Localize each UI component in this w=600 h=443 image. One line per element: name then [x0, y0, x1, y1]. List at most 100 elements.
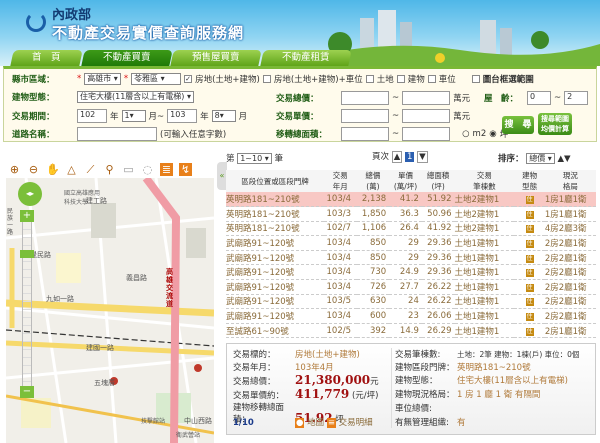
cell: 土地1建物1 [454, 323, 515, 339]
month-to-select[interactable]: 8▾ [211, 110, 236, 122]
cell: 2,138 [356, 192, 390, 208]
road-label: 道路名稱： [12, 130, 55, 140]
zoom-slider-handle[interactable] [20, 250, 34, 258]
map-pan-control[interactable]: ◂▸ [18, 182, 42, 206]
detail-key: 建物現況格局： [395, 390, 455, 400]
age-to-input[interactable]: 2 [564, 91, 589, 105]
checkbox-label: 圖台框選範圍 [482, 75, 534, 85]
checkbox-land[interactable] [365, 75, 374, 83]
table-row[interactable]: 武廟路91~120號 103/4 730 24.9 29.36 土地1建物1 住 2房2廳1衛 [226, 264, 596, 281]
area-max[interactable] [402, 127, 451, 141]
area-label: 移轉總面積： [276, 130, 328, 140]
table-row[interactable]: 武廟路91~120號 103/4 600 23 26.06 土地1建物1 住 2房2廳1衛 [226, 308, 596, 324]
pan-hand-icon[interactable]: ✋ [46, 163, 60, 176]
rect-select-icon[interactable]: ▭ [122, 163, 135, 176]
table-row[interactable]: 武廟路91~120號 103/4 726 27.7 26.22 土地1建物1 住 2房2廳1衛 [226, 279, 596, 295]
city-select[interactable]: 高雄市 ▾ [84, 73, 121, 85]
map-link[interactable]: 地圖 [307, 418, 324, 428]
detail-key: 車位總價: [395, 404, 432, 414]
cell: 103/3 [323, 206, 357, 222]
tab-label: 不動產買賣 [102, 52, 151, 63]
range-select[interactable]: 1~10 ▾ [237, 153, 272, 164]
sort-select[interactable]: 總價 ▾ [526, 153, 555, 164]
measure-area-icon[interactable]: △ [65, 163, 78, 176]
checkbox-parking[interactable] [427, 75, 436, 83]
column-header: 建物 型態 [514, 170, 545, 192]
tab-label: 不動產租賃 [281, 52, 330, 63]
month-from-select[interactable]: 1▾ [121, 110, 146, 122]
measure-distance-icon[interactable]: ⟋ [84, 163, 97, 176]
search-button[interactable]: 搜 尋 [502, 116, 534, 134]
table-row[interactable]: 英明路181~210號 103/4 2,138 41.2 51.92 土地2建物1 住 1房1… [226, 192, 596, 208]
unit-text: 月~ [148, 112, 165, 122]
map-label: 建工路 [86, 197, 107, 205]
detail-key: 交易年月： [233, 363, 276, 373]
page-up-button[interactable]: ▲ [391, 151, 403, 163]
zoom-in-icon[interactable]: ⊕ [8, 163, 21, 176]
table-row[interactable]: 至誠路61~90號 102/5 392 14.9 26.29 土地1建物1 住 2房1廳1衛 [226, 323, 596, 339]
unit-price-min[interactable] [341, 109, 389, 123]
table-row[interactable]: 武廟路91~120號 103/4 850 29 29.36 土地1建物1 住 2房2廳1衛 [226, 235, 596, 251]
month-value: 8 [214, 111, 220, 120]
current-page[interactable]: 1 [404, 152, 415, 162]
checkbox-house-land-parking[interactable] [262, 75, 271, 83]
cell: 29 [389, 250, 422, 266]
table-row[interactable]: 英明路181~210號 102/7 1,106 26.4 41.92 土地2建物1 住 4房2… [226, 221, 596, 237]
tab-real-estate-sale[interactable]: 不動產買賣 [80, 50, 172, 66]
checkbox-map-select[interactable] [471, 75, 480, 83]
detail-link[interactable]: 交易明細 [339, 418, 373, 428]
table-row[interactable]: 武廟路91~120號 103/4 850 29 29.36 土地1建物1 住 2房2廳1衛 [226, 250, 596, 266]
checkbox-label: 土地 [376, 75, 394, 85]
list-icon[interactable]: ≣ [160, 162, 173, 176]
cell: 1房1廳1衛 [544, 192, 596, 208]
zoom-out-button[interactable]: − [20, 386, 34, 398]
range-suffix: 筆 [274, 154, 283, 164]
total-price-min[interactable] [341, 91, 389, 105]
radio-ping[interactable]: ◉ [489, 129, 496, 139]
map-view[interactable]: 國立高雄應用科技大學 建工路 九如一路 高雄交流道 建國一路 中山西路 五塊厝 … [6, 178, 214, 443]
circle-select-icon[interactable]: ◌ [141, 163, 154, 176]
tab-home[interactable]: 首 頁 [10, 50, 83, 66]
area-min[interactable] [341, 127, 389, 141]
zoom-out-icon[interactable]: ⊖ [27, 163, 40, 176]
checkbox-building[interactable] [396, 75, 405, 83]
ministry-logo-icon [26, 12, 46, 32]
zoom-in-button[interactable]: + [20, 210, 34, 222]
tilde: ~ [392, 129, 400, 139]
building-type-icon: 住 [525, 210, 534, 219]
year-to-input[interactable]: 103 [167, 109, 198, 123]
average-price-calc-button[interactable]: 搜尋範圍均價計算 [538, 113, 572, 135]
column-header: 總價 (萬) [356, 170, 390, 192]
map-label: 義昌路 [126, 274, 147, 282]
unit-text: 月 [238, 112, 248, 122]
unit-price-max[interactable] [402, 109, 451, 123]
building-type-icon: 住 [525, 298, 534, 307]
map-label: 九如一路 [46, 295, 74, 303]
cell: 103/4 [323, 250, 357, 266]
district-select[interactable]: 苓雅區 ▾ [131, 73, 182, 85]
locate-pin-icon[interactable]: ⚲ [103, 163, 116, 176]
age-from-input[interactable]: 0 [527, 91, 551, 105]
cell: 103/5 [323, 294, 357, 310]
building-type-select[interactable]: 住宅大樓(11層含以上有電梯) ▾ [77, 91, 194, 103]
cell: 土地2建物1 [454, 206, 515, 222]
sort-desc-button[interactable]: ▼ [564, 154, 571, 164]
cell: 2房2廳1衛 [544, 308, 596, 324]
chart-icon[interactable]: ↯ [179, 162, 192, 176]
road-input[interactable] [77, 127, 157, 141]
column-header: 區段位置或區段門牌 [226, 170, 324, 192]
table-row[interactable]: 武廟路91~120號 103/5 630 24 26.22 土地1建物1 住 2房2廳1衛 [226, 294, 596, 310]
detail-pager: 1/10 [233, 418, 254, 428]
map-zoom-slider[interactable] [22, 212, 32, 392]
page-down-button[interactable]: ▼ [417, 151, 428, 163]
tab-presale[interactable]: 預售屋買賣 [170, 50, 262, 66]
table-row[interactable]: 英明路181~210號 103/3 1,850 36.3 50.96 土地2建物1 住 1房1… [226, 206, 596, 222]
year-from-input[interactable]: 102 [77, 109, 107, 123]
checkbox-house-land[interactable]: ✓ [184, 75, 193, 83]
cell: 住 [514, 235, 545, 251]
radio-m2[interactable]: ○ [462, 129, 469, 139]
tab-rental[interactable]: 不動產租賃 [259, 50, 351, 66]
map-label: 技擊館站 [141, 418, 166, 425]
building-type-icon: 住 [525, 240, 534, 249]
total-price-max[interactable] [402, 91, 451, 105]
